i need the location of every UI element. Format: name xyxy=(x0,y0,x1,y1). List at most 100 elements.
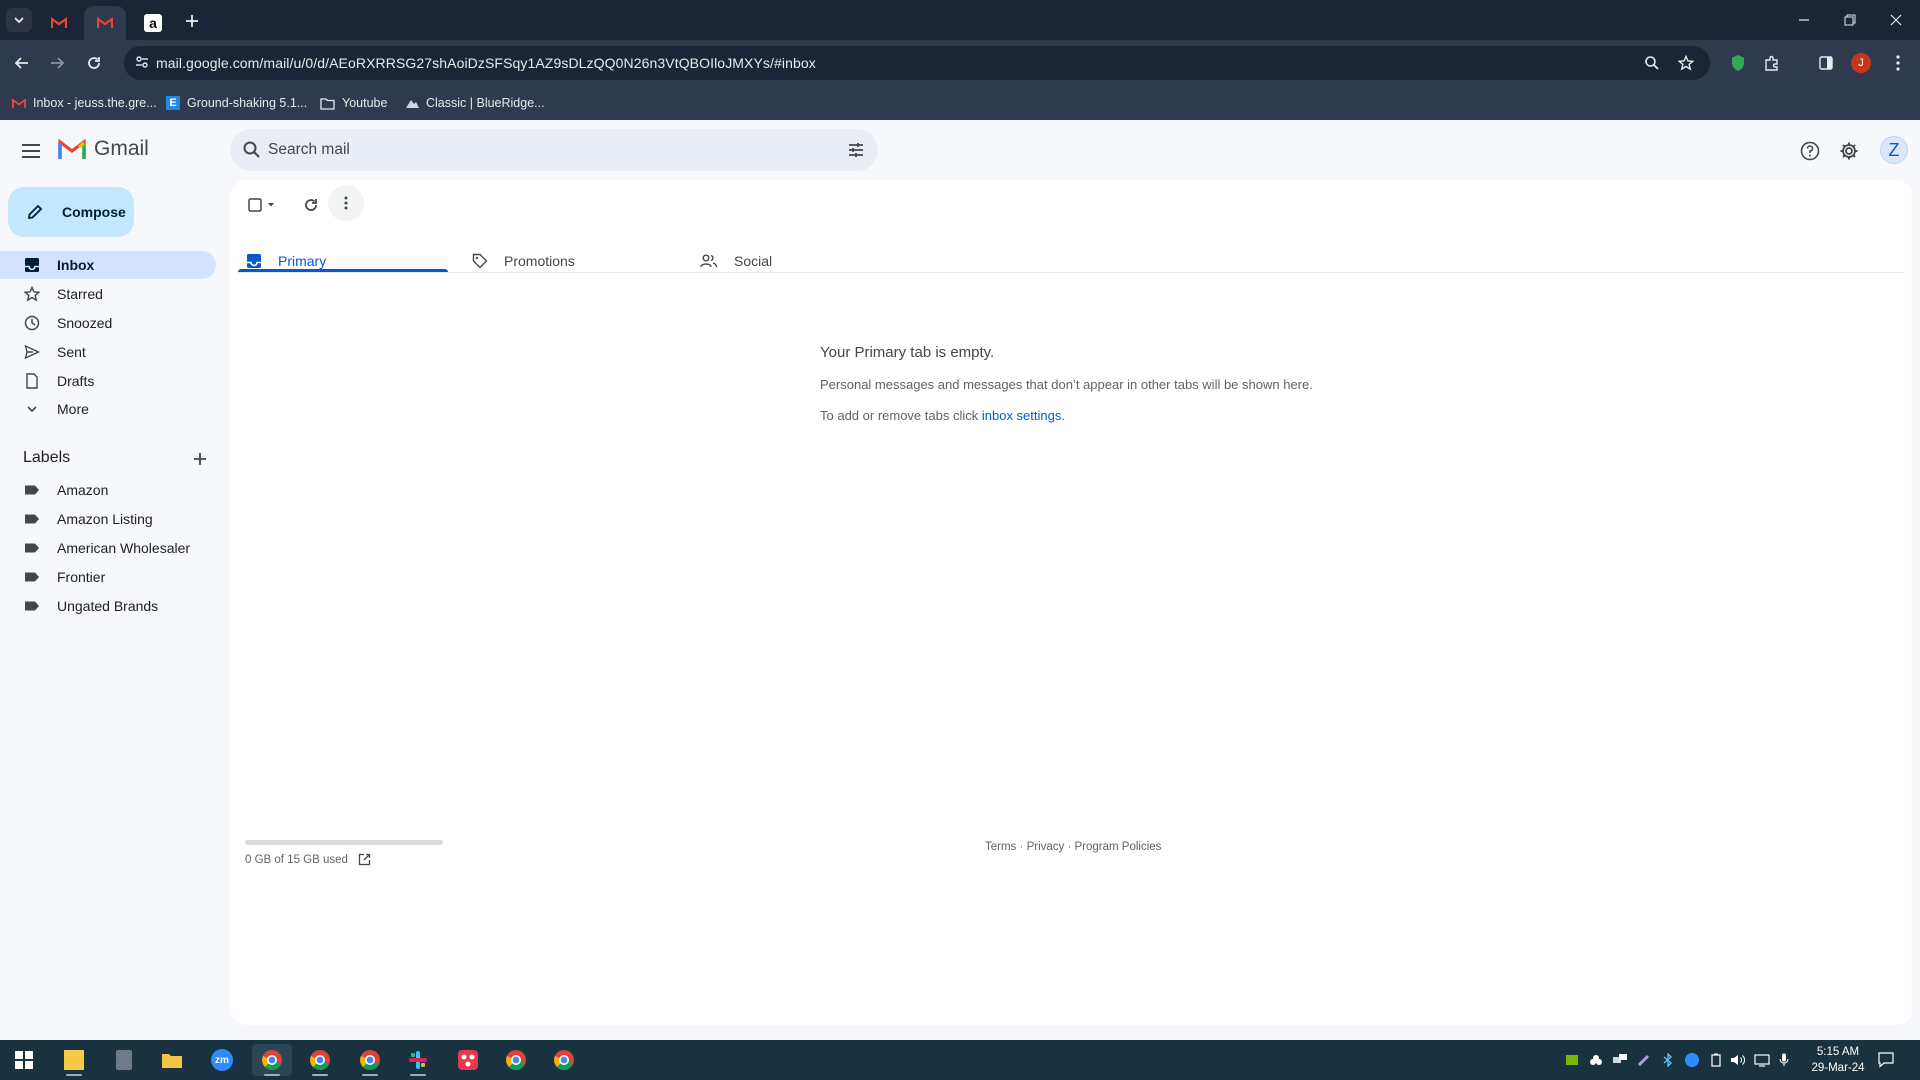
create-label-button[interactable] xyxy=(190,449,210,469)
browser-tab-gmail-1[interactable] xyxy=(42,6,76,40)
address-bar[interactable]: mail.google.com/mail/u/0/d/AEoRXRRSG27sh… xyxy=(124,46,1710,80)
taskbar-file-explorer[interactable] xyxy=(152,1044,192,1076)
search-icon[interactable] xyxy=(242,140,262,160)
open-external-icon[interactable] xyxy=(358,853,371,866)
profile-button[interactable]: J xyxy=(1849,51,1873,75)
side-panel-button[interactable] xyxy=(1814,51,1838,75)
taskbar-chrome-profile-3[interactable] xyxy=(350,1044,390,1076)
sidebar-item-snoozed[interactable]: Snoozed xyxy=(0,309,216,337)
network-icon[interactable] xyxy=(1754,1052,1770,1068)
extensions-button[interactable] xyxy=(1760,51,1784,75)
minimize-button[interactable] xyxy=(1784,8,1824,32)
sidebar-item-drafts[interactable]: Drafts xyxy=(0,367,216,395)
browser-tab-amazon[interactable]: a xyxy=(136,6,170,40)
more-actions-button[interactable] xyxy=(328,185,364,221)
support-button[interactable] xyxy=(1797,138,1823,164)
tab-social[interactable]: Social xyxy=(700,230,910,292)
refresh-button[interactable] xyxy=(296,190,326,220)
taskbar-chrome-active[interactable] xyxy=(252,1044,292,1076)
zoom-tray-icon[interactable] xyxy=(1684,1052,1700,1068)
bookmark-item[interactable]: Classic | BlueRidge... xyxy=(406,93,545,113)
account-avatar[interactable]: Z xyxy=(1880,136,1908,164)
checkbox-icon xyxy=(248,198,274,212)
inbox-settings-link[interactable]: inbox settings xyxy=(982,408,1062,423)
tab-primary[interactable]: Primary xyxy=(246,230,446,292)
volume-icon[interactable] xyxy=(1730,1052,1746,1068)
main-menu-button[interactable] xyxy=(18,138,44,164)
taskbar-chrome-profile-2[interactable] xyxy=(300,1044,340,1076)
program-policies-link[interactable]: Program Policies xyxy=(1075,841,1162,853)
bookmark-folder[interactable]: Youtube xyxy=(320,93,387,113)
zoom-button[interactable] xyxy=(1640,51,1664,75)
sidebar-item-sent[interactable]: Sent xyxy=(0,338,216,366)
inbox-tab-icon xyxy=(247,254,261,268)
sidebar-item-starred[interactable]: Starred xyxy=(0,280,216,308)
label-name: Amazon xyxy=(57,482,109,498)
nvidia-tray-icon[interactable] xyxy=(1564,1052,1580,1068)
restore-button[interactable] xyxy=(1830,8,1870,32)
start-button[interactable] xyxy=(4,1044,44,1076)
cloud-sync-tray-icon[interactable] xyxy=(1588,1052,1604,1068)
browser-tab-gmail-active[interactable] xyxy=(84,6,126,40)
battery-icon[interactable] xyxy=(1708,1052,1724,1068)
new-tab-button[interactable] xyxy=(180,9,204,33)
label-item-frontier[interactable]: Frontier xyxy=(0,563,216,591)
bluetooth-icon[interactable] xyxy=(1660,1052,1676,1068)
privacy-link[interactable]: Privacy xyxy=(1027,841,1065,853)
sidebar-item-inbox[interactable]: Inbox xyxy=(0,251,216,279)
taskbar-chrome-profile-4[interactable] xyxy=(496,1044,536,1076)
select-all-checkbox[interactable] xyxy=(246,190,278,220)
bookmark-label: Classic | BlueRidge... xyxy=(426,96,545,110)
system-clock[interactable]: 5:15 AM 29-Mar-24 xyxy=(1800,1044,1876,1076)
tab-search-button[interactable] xyxy=(6,8,32,32)
label-name: American Wholesaler xyxy=(57,540,191,556)
network-share-tray-icon[interactable] xyxy=(1612,1052,1628,1068)
settings-button[interactable] xyxy=(1836,138,1862,164)
pen-tray-icon[interactable] xyxy=(1636,1052,1652,1068)
label-item-american-wholesaler[interactable]: American Wholesaler xyxy=(0,534,216,562)
browser-menu-button[interactable] xyxy=(1886,51,1910,75)
close-window-button[interactable] xyxy=(1876,8,1916,32)
puzzle-icon xyxy=(1765,55,1778,71)
chrome-icon xyxy=(554,1050,574,1070)
label-name: Ungated Brands xyxy=(57,598,159,614)
folder-icon xyxy=(162,1054,182,1068)
bookmark-item[interactable]: Inbox - jeuss.the.gre... xyxy=(12,93,157,113)
label-tag-icon xyxy=(25,485,39,495)
refresh-icon xyxy=(305,199,317,211)
sidebar-item-more[interactable]: More xyxy=(0,395,216,423)
bookmark-star-button[interactable] xyxy=(1674,51,1698,75)
search-filter-icon[interactable] xyxy=(846,140,866,160)
compose-label: Compose xyxy=(62,204,126,220)
windows-logo-icon xyxy=(15,1051,33,1069)
sidebar-item-label: More xyxy=(57,401,89,417)
search-input[interactable] xyxy=(268,129,828,171)
star-icon xyxy=(24,286,40,302)
plus-icon xyxy=(186,15,198,27)
label-item-amazon-listing[interactable]: Amazon Listing xyxy=(0,505,216,533)
taskbar-sticky-notes[interactable] xyxy=(54,1044,94,1076)
site-info-icon[interactable] xyxy=(134,54,150,70)
people-icon xyxy=(700,254,718,268)
arrow-right-icon xyxy=(51,57,65,69)
extension-badge-button[interactable] xyxy=(1726,51,1750,75)
forward-button[interactable] xyxy=(45,51,69,75)
taskbar-chrome-profile-5[interactable] xyxy=(544,1044,584,1076)
reload-button[interactable] xyxy=(82,51,106,75)
bookmark-item[interactable]: E Ground-shaking 5.1... xyxy=(166,93,307,113)
clock-time: 5:15 AM xyxy=(1816,1046,1860,1058)
taskbar-zoom[interactable]: zm xyxy=(202,1044,242,1076)
notifications-button[interactable] xyxy=(1878,1052,1894,1068)
tab-promotions[interactable]: Promotions xyxy=(472,230,682,292)
microphone-icon[interactable] xyxy=(1776,1052,1792,1068)
gmail-logo[interactable]: Gmail xyxy=(58,137,149,161)
shield-extension-icon xyxy=(1732,55,1744,71)
taskbar-app-dots[interactable] xyxy=(448,1044,488,1076)
taskbar-slack[interactable] xyxy=(398,1044,438,1076)
label-item-ungated-brands[interactable]: Ungated Brands xyxy=(0,592,216,620)
back-button[interactable] xyxy=(10,51,34,75)
taskbar-calculator[interactable] xyxy=(104,1044,144,1076)
terms-link[interactable]: Terms xyxy=(985,841,1016,853)
label-item-amazon[interactable]: Amazon xyxy=(0,476,216,504)
compose-button[interactable]: Compose xyxy=(8,187,134,237)
